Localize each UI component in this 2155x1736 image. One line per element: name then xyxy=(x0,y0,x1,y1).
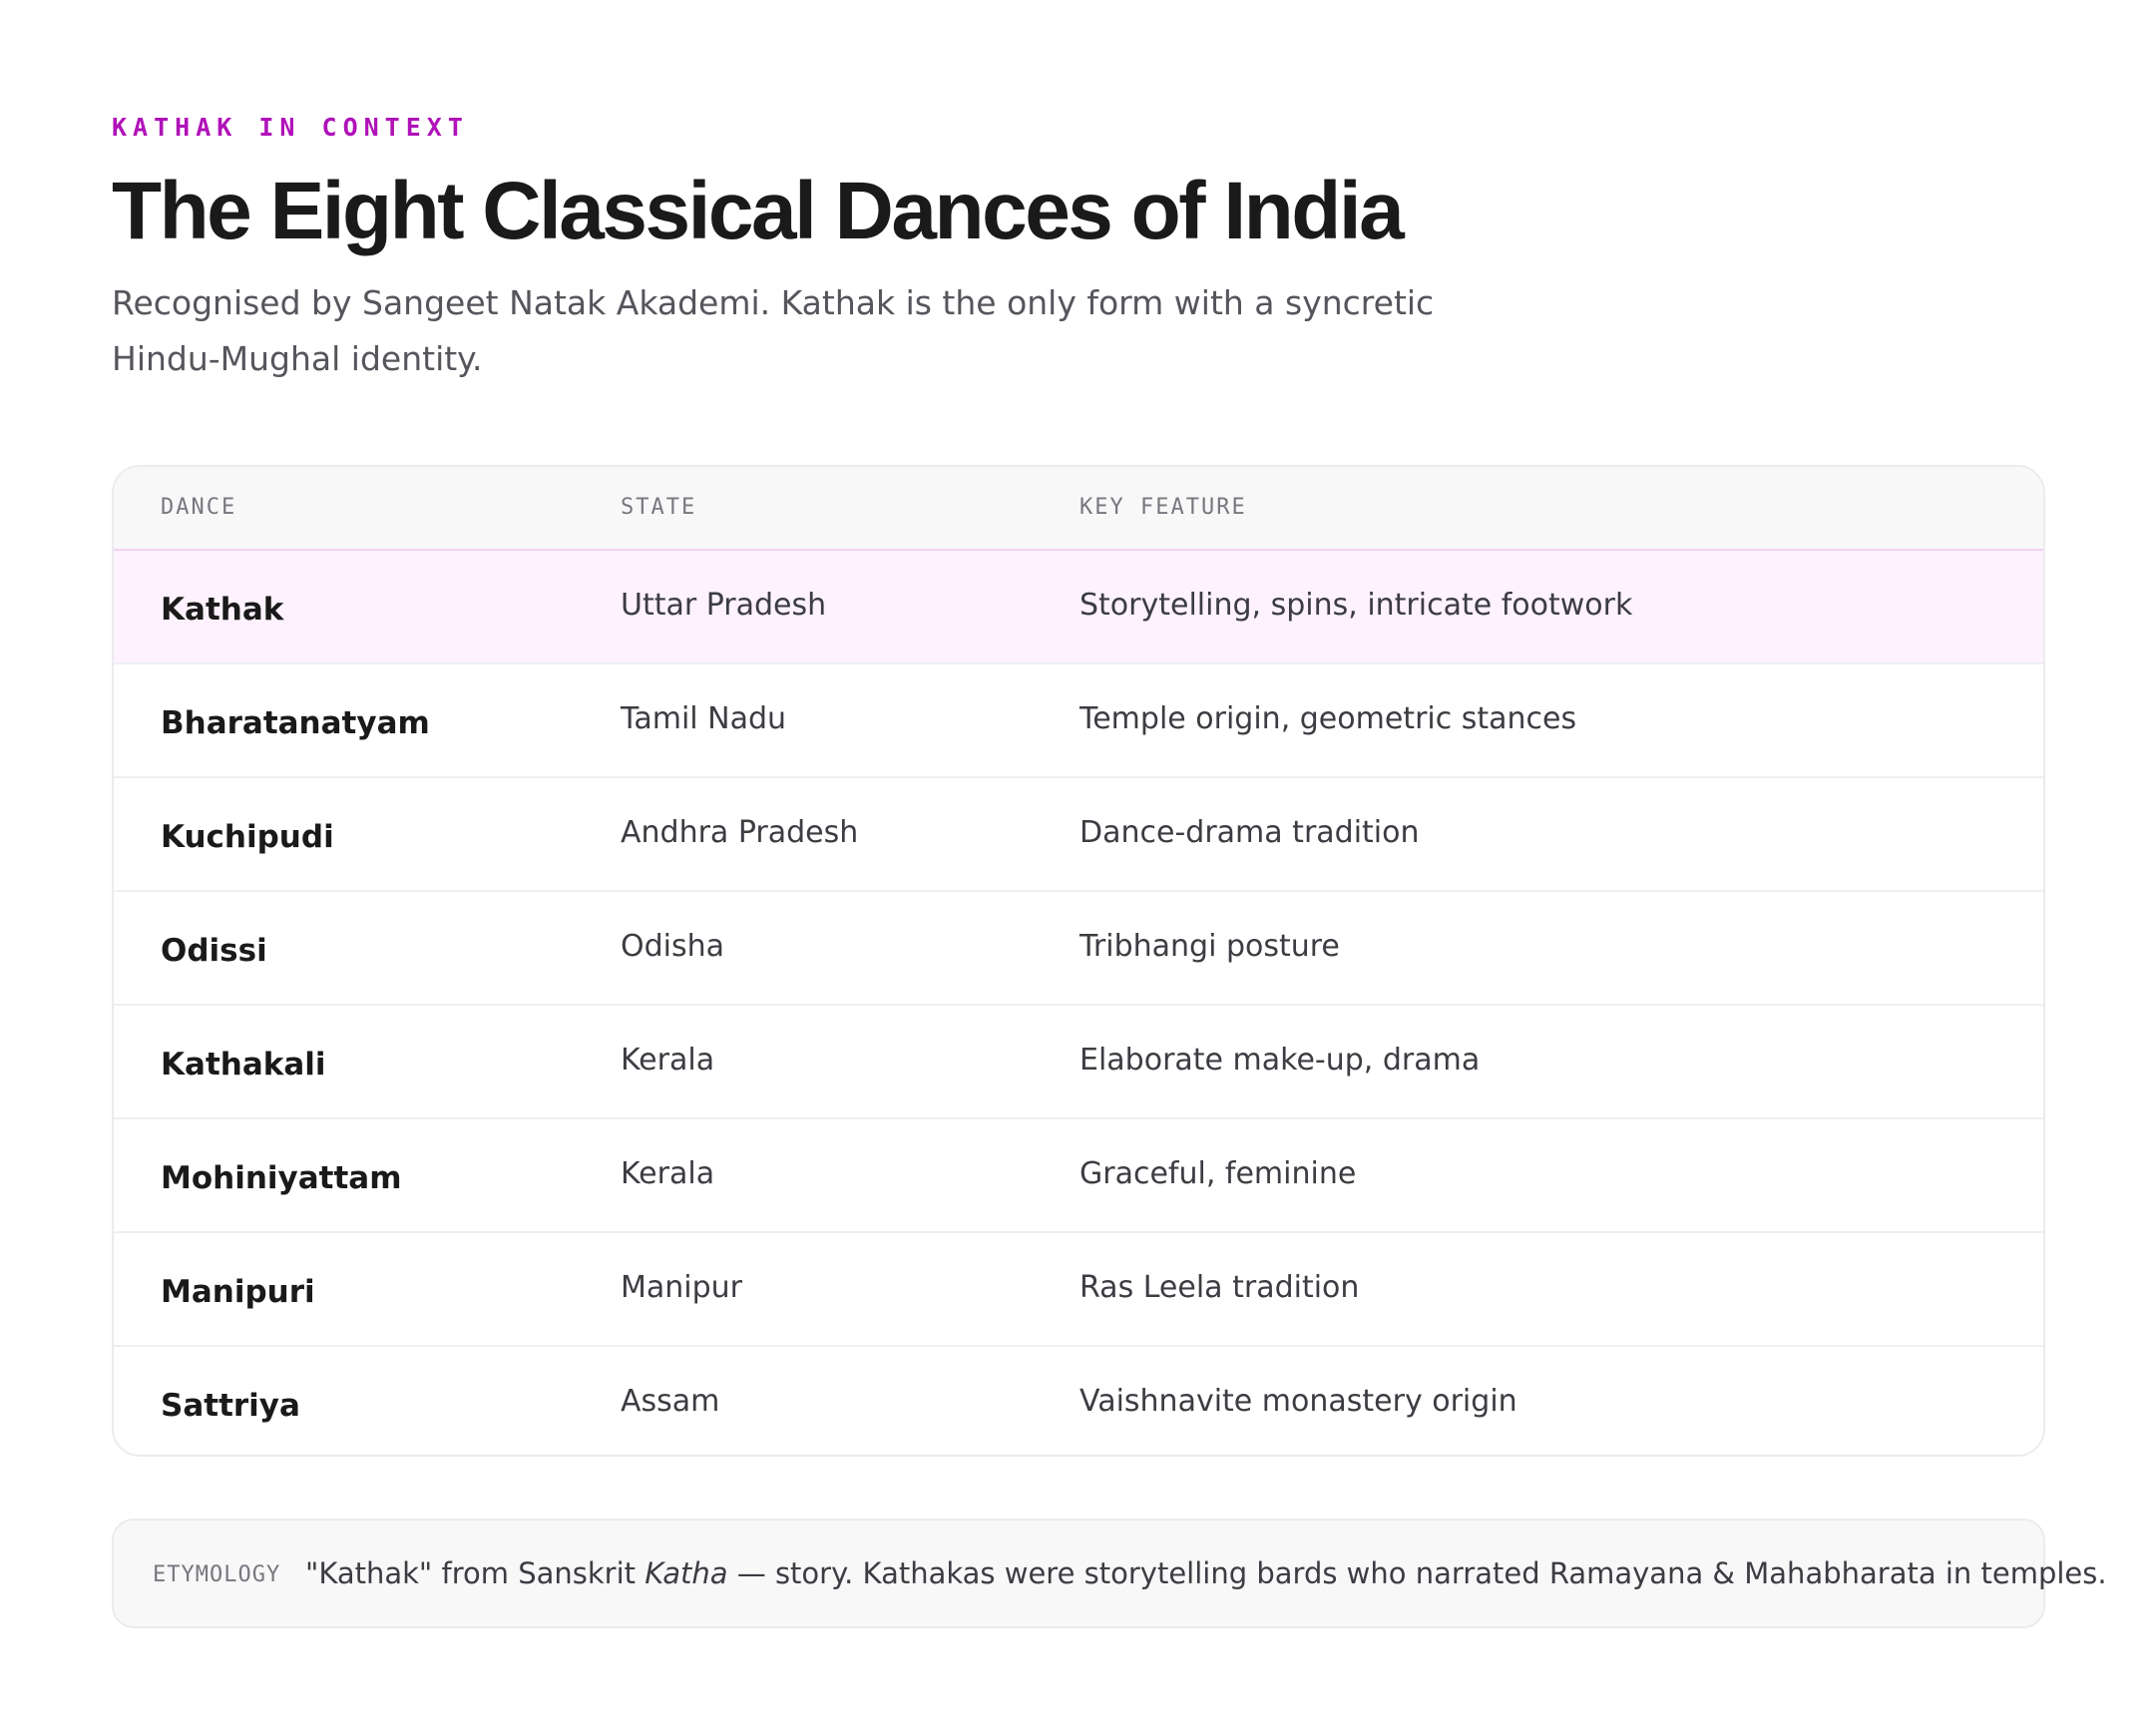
column-header-key-feature: KEY FEATURE xyxy=(1079,495,1247,520)
cell-state: Kerala xyxy=(621,1156,715,1191)
etymology-label: ETYMOLOGY xyxy=(153,1562,281,1587)
cell-key-feature: Vaishnavite monastery origin xyxy=(1079,1384,1517,1419)
cell-key-feature: Ras Leela tradition xyxy=(1079,1270,1360,1305)
column-header-dance: DANCE xyxy=(161,495,237,520)
cell-key-feature: Tribhangi posture xyxy=(1079,929,1340,964)
cell-dance: Kathakali xyxy=(161,1047,326,1083)
table-row: Mohiniyattam Kerala Graceful, feminine xyxy=(114,1119,2043,1233)
page-subtitle: Recognised by Sangeet Natak Akademi. Kat… xyxy=(112,283,1435,378)
cell-dance: Kathak xyxy=(161,592,284,628)
section-eyebrow: KATHAK IN CONTEXT xyxy=(112,113,469,142)
etymology-note: ETYMOLOGY "Kathak" from Sanskrit Katha —… xyxy=(112,1519,2107,1628)
cell-key-feature: Storytelling, spins, intricate footwork xyxy=(1079,588,1633,623)
etymology-text: "Kathak" from Sanskrit Katha — story. Ka… xyxy=(305,1520,2107,1626)
cell-state: Kerala xyxy=(621,1043,715,1078)
cell-dance: Sattriya xyxy=(161,1388,300,1424)
cell-dance: Kuchipudi xyxy=(161,819,334,855)
cell-dance: Bharatanatyam xyxy=(161,705,430,741)
table-row: Bharatanatyam Tamil Nadu Temple origin, ge… xyxy=(114,664,2043,778)
etymology-text-after: — story. Kathakas were storytelling bard… xyxy=(727,1556,2107,1590)
cell-state: Manipur xyxy=(621,1270,743,1305)
table-body: Kathak Uttar Pradesh Storytelling, spins, … xyxy=(114,551,2043,1455)
cell-key-feature: Dance-drama tradition xyxy=(1079,815,1420,850)
table-row: Odissi Odisha Tribhangi posture xyxy=(114,892,2043,1006)
cell-state: Odisha xyxy=(621,929,725,964)
cell-key-feature: Elaborate make-up, drama xyxy=(1079,1043,1481,1078)
etymology-text-before: "Kathak" from Sanskrit xyxy=(305,1556,646,1590)
table-row: Kathakali Kerala Elaborate make-up, drama xyxy=(114,1006,2043,1119)
dances-table: DANCE STATE KEY FEATURE Kathak Uttar Prad… xyxy=(112,465,2045,1457)
table-row: Manipuri Manipur Ras Leela tradition xyxy=(114,1233,2043,1347)
table-row: Kuchipudi Andhra Pradesh Dance-drama tradi… xyxy=(114,778,2043,892)
table-header: DANCE STATE KEY FEATURE xyxy=(114,467,2043,551)
cell-dance: Mohiniyattam xyxy=(161,1160,402,1196)
cell-key-feature: Temple origin, geometric stances xyxy=(1079,701,1577,736)
cell-state: Andhra Pradesh xyxy=(621,815,859,850)
page-title: The Eight Classical Dances of India xyxy=(112,166,1405,256)
cell-state: Tamil Nadu xyxy=(621,701,787,736)
cell-key-feature: Graceful, feminine xyxy=(1079,1156,1357,1191)
cell-dance: Manipuri xyxy=(161,1274,315,1310)
column-header-state: STATE xyxy=(621,495,697,520)
etymology-term: Katha xyxy=(645,1556,728,1590)
cell-state: Uttar Pradesh xyxy=(621,588,827,623)
table-row: Sattriya Assam Vaishnavite monastery origi… xyxy=(114,1347,2043,1455)
cell-dance: Odissi xyxy=(161,933,267,969)
table-row: Kathak Uttar Pradesh Storytelling, spins, … xyxy=(114,551,2043,664)
cell-state: Assam xyxy=(621,1384,720,1419)
